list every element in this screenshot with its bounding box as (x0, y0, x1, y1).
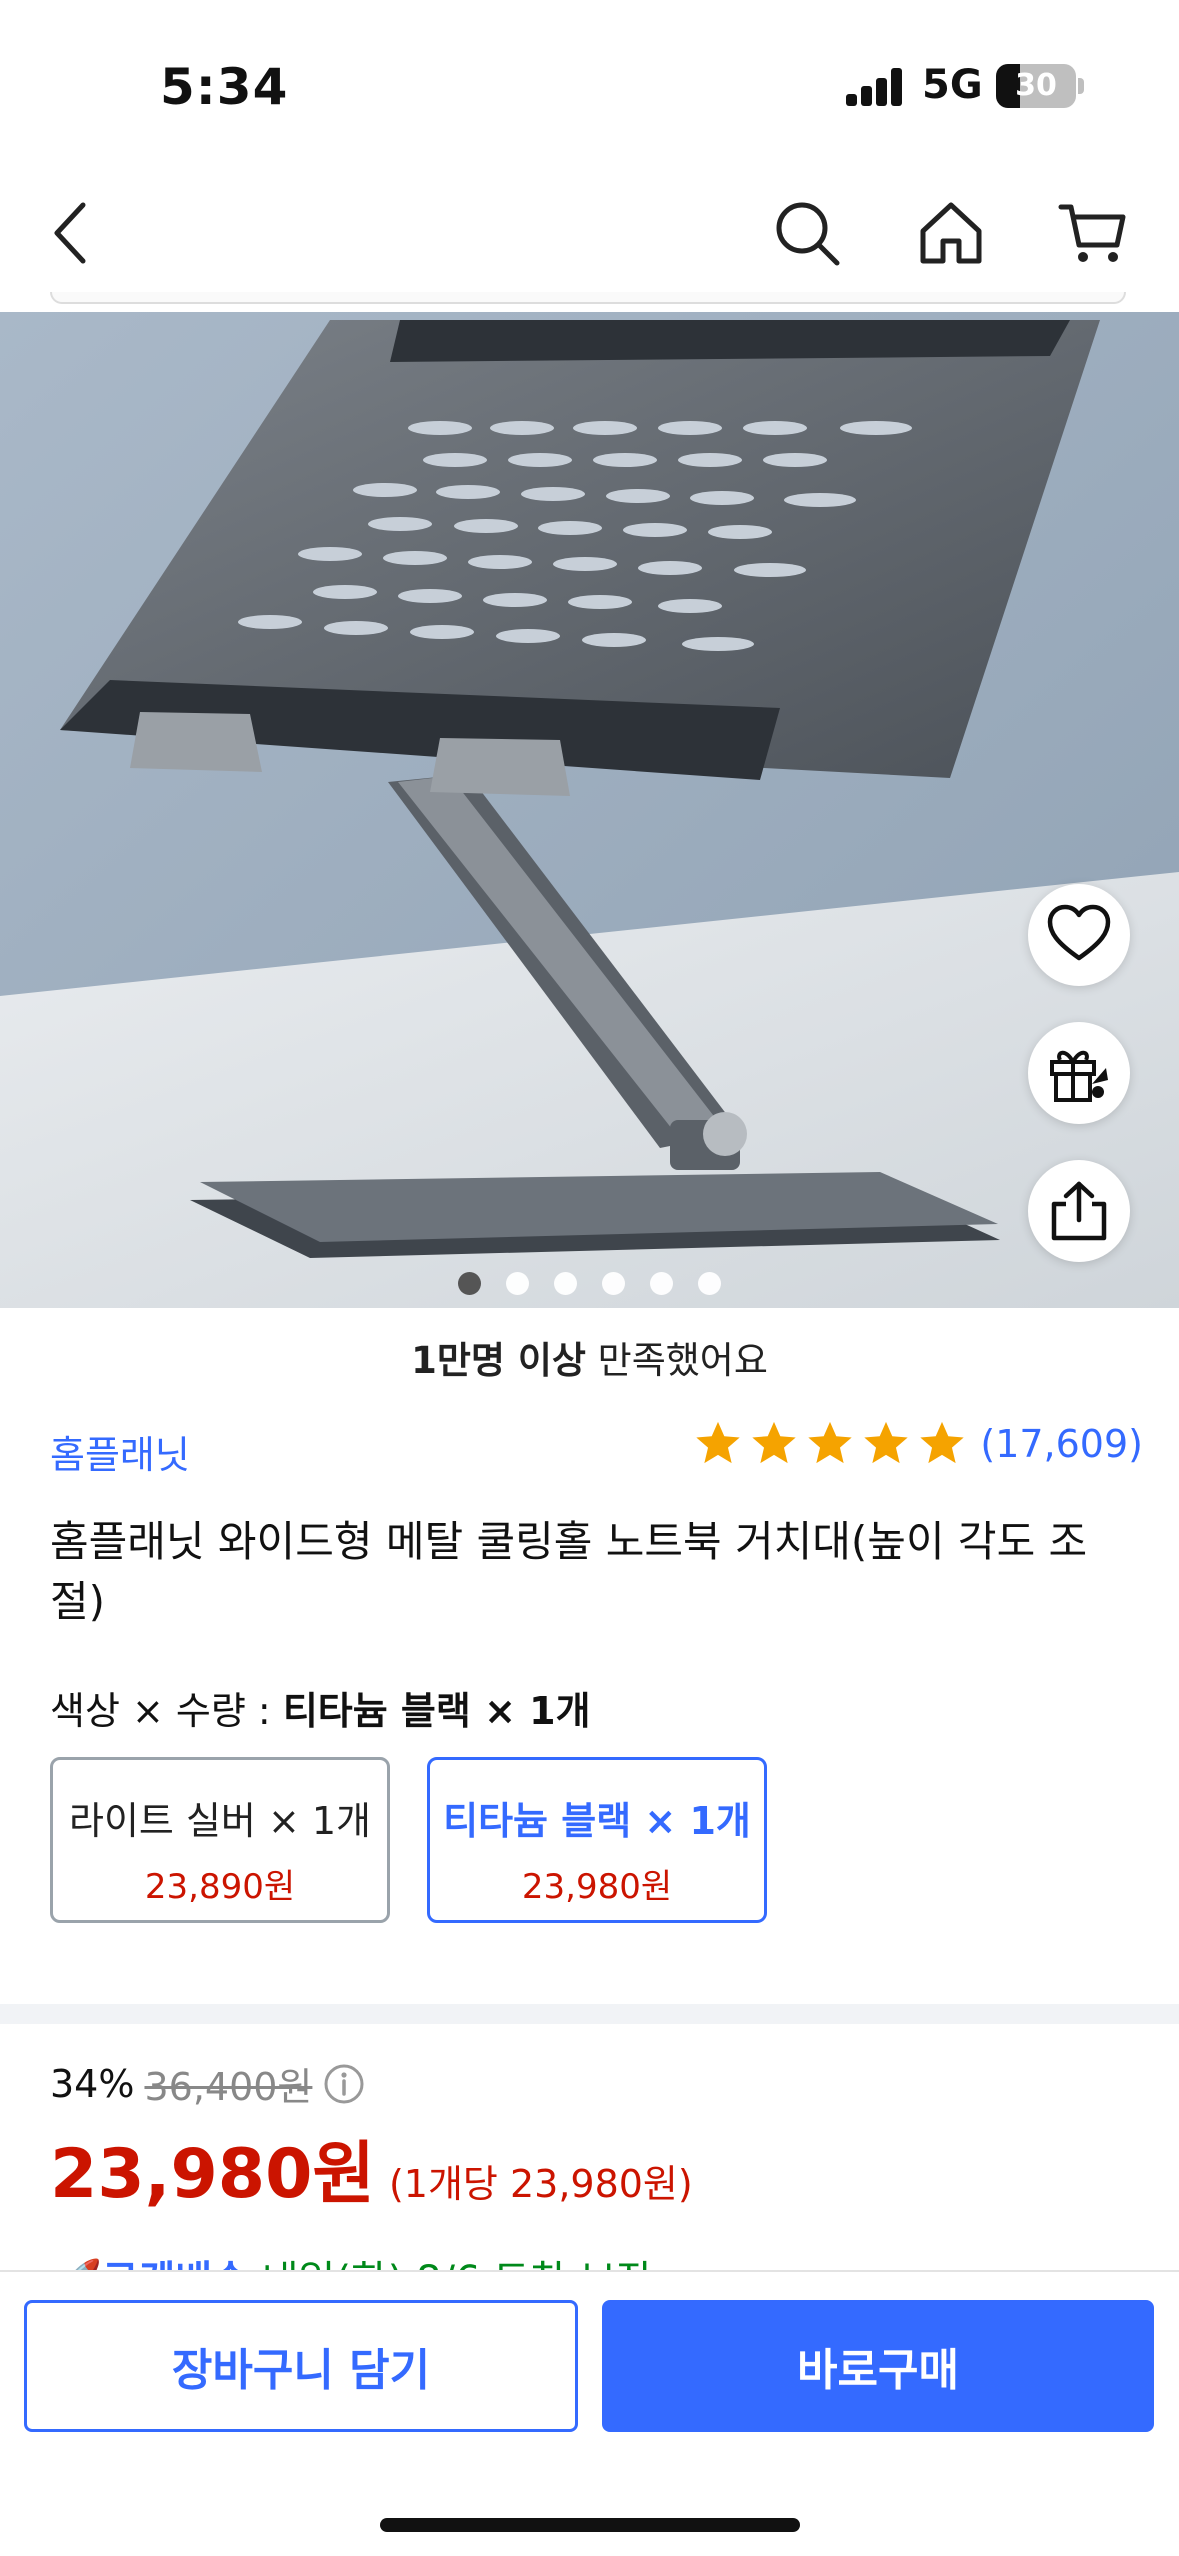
option-price: 23,980원 (521, 1867, 673, 1907)
option-summary-label: 색상 × 수량 : (50, 1689, 283, 1733)
signal-icon (846, 68, 904, 106)
carousel-dots[interactable] (0, 1272, 1179, 1295)
carousel-dot[interactable] (650, 1272, 673, 1295)
battery-level: 30 (1015, 68, 1057, 103)
star-icon (808, 1421, 853, 1464)
info-icon[interactable] (322, 2062, 366, 2106)
status-bar: 5:34 5G 30 (0, 0, 1179, 160)
status-time: 5:34 (160, 58, 289, 116)
option-summary-value: 티타늄 블랙 × 1개 (282, 1689, 591, 1733)
like-button[interactable] (1028, 884, 1130, 986)
delivery-info: 🚀로켓배송 내일(화) 8/6 도착 보장 (52, 2248, 952, 2270)
star-icon (920, 1421, 965, 1464)
delivery-text: 내일(화) 8/6 도착 보장 (249, 2258, 653, 2270)
discount-rate: 34% (50, 2061, 135, 2106)
carousel-dot[interactable] (554, 1272, 577, 1295)
share-icon (1051, 1181, 1107, 1241)
carousel-dot[interactable] (506, 1272, 529, 1295)
star-icon (696, 1421, 741, 1464)
satisfaction-count: 1만명 이상 (411, 1339, 586, 1382)
cart-icon (1058, 204, 1126, 262)
carousel-dot[interactable] (602, 1272, 625, 1295)
original-price: 36,400원 (144, 2065, 313, 2109)
battery-icon: 30 (996, 64, 1076, 108)
gift-icon (1050, 1050, 1108, 1102)
buy-now-button[interactable]: 바로구매 (602, 2300, 1154, 2432)
discount-row: 34% 36,400원 (50, 2056, 366, 2111)
back-button[interactable] (28, 188, 118, 278)
search-button[interactable] (762, 188, 852, 278)
section-divider (0, 2004, 1179, 2024)
cart-button[interactable] (1048, 188, 1138, 278)
sale-price-row: 23,980원 (1개당 23,980원) (50, 2118, 693, 2217)
sale-price: 23,980원 (50, 2135, 375, 2214)
laptop-stand-image (0, 312, 1179, 1308)
product-image-carousel[interactable] (0, 312, 1179, 1308)
carousel-dot[interactable] (698, 1272, 721, 1295)
unit-price: (1개당 23,980원) (388, 2162, 693, 2206)
add-to-cart-button[interactable]: 장바구니 담기 (24, 2300, 578, 2432)
brand-link[interactable]: 홈플래닛 (50, 1424, 190, 1479)
rating[interactable]: (17,609) (692, 1418, 1143, 1470)
product-title: 홈플래닛 와이드형 메탈 쿨링홀 노트북 거치대(높이 각도 조절) (50, 1517, 1088, 1626)
star-icon (752, 1421, 797, 1464)
star-icon (864, 1421, 909, 1464)
satisfaction-text: 만족했어요 (585, 1339, 768, 1382)
bottom-action-bar: 장바구니 담기 바로구매 (0, 2270, 1179, 2556)
chevron-left-icon (54, 202, 86, 264)
carousel-dot[interactable] (458, 1272, 481, 1295)
heart-icon (1047, 904, 1111, 961)
network-label: 5G (922, 62, 983, 108)
battery-tip (1078, 78, 1084, 94)
review-count[interactable]: (17,609) (980, 1422, 1143, 1466)
option-name: 티타늄 블랙 × 1개 (443, 1799, 751, 1843)
option-price: 23,890원 (144, 1867, 296, 1907)
rocket-delivery-badge: 🚀로켓배송 (52, 2258, 249, 2270)
home-button[interactable] (906, 188, 996, 278)
top-nav-bar (0, 160, 1179, 310)
share-button[interactable] (1028, 1160, 1130, 1262)
option-card-titanium-black[interactable]: 티타늄 블랙 × 1개 23,980원 (427, 1757, 767, 1923)
home-indicator[interactable] (380, 2518, 800, 2532)
satisfaction-banner: 1만명 이상 만족했어요 (0, 1330, 1179, 1384)
option-summary: 색상 × 수량 : 티타늄 블랙 × 1개 (50, 1680, 591, 1735)
option-name: 라이트 실버 × 1개 (68, 1799, 371, 1843)
gift-button[interactable] (1028, 1022, 1130, 1124)
option-card-light-silver[interactable]: 라이트 실버 × 1개 23,890원 (50, 1757, 390, 1923)
search-icon (776, 202, 840, 266)
previous-image-strip (50, 292, 1126, 304)
home-icon (920, 202, 982, 264)
